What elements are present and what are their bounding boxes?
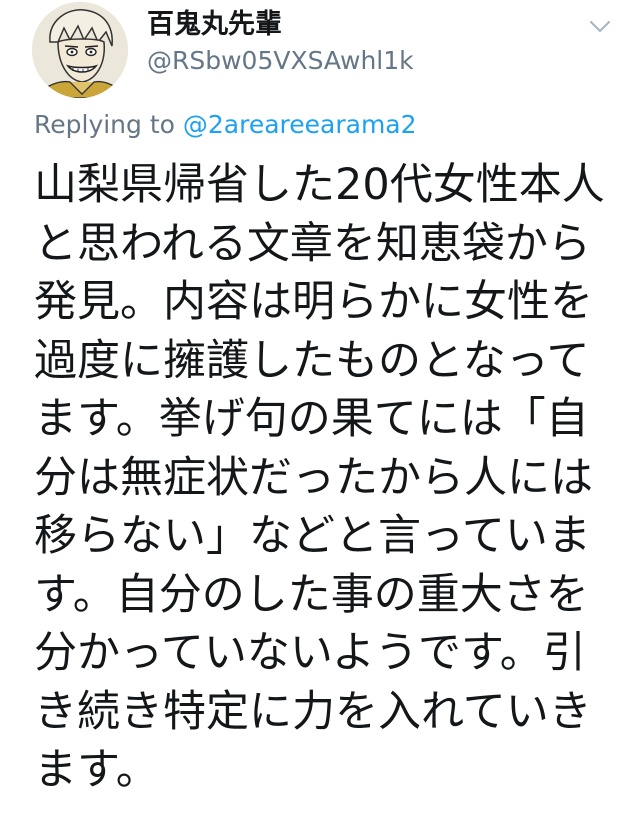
tweet-body-text: 山梨県帰省した20代女性本人と思われる文章を知恵袋から発見。内容は明らかに女性を… <box>34 160 605 795</box>
chevron-down-icon[interactable] <box>588 14 612 38</box>
user-handle[interactable]: @RSbw05VXSAwhl1k <box>147 44 414 78</box>
profile-avatar-icon[interactable] <box>32 2 128 98</box>
user-display-name[interactable]: 百鬼丸先輩 <box>147 8 282 42</box>
replying-to-line: Replying to @2areareearama2 <box>34 108 417 142</box>
tweet-card: 百鬼丸先輩 @RSbw05VXSAwhl1k Replying to @2are… <box>0 0 640 835</box>
reply-mention-link[interactable]: @2areareearama2 <box>183 110 417 139</box>
replying-to-label: Replying to <box>34 110 183 139</box>
avatar-illustration <box>32 2 128 98</box>
